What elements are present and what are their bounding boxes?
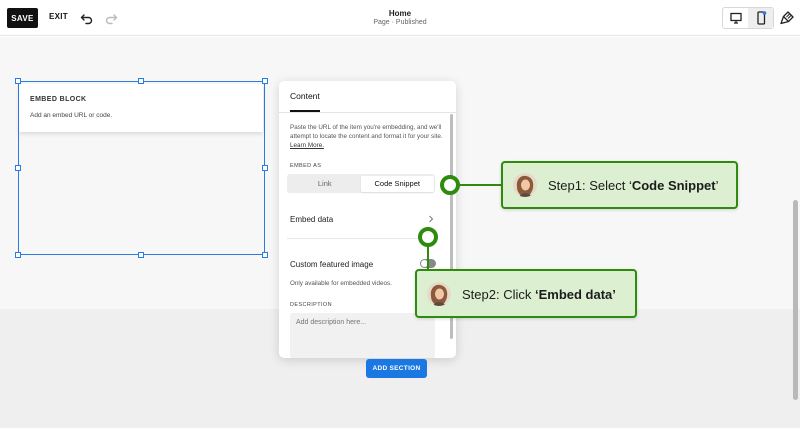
step2-emphasis: ‘Embed data’ xyxy=(534,287,616,302)
step2-callout: Step2: Click ‘Embed data’ xyxy=(415,269,637,318)
page-title: Home xyxy=(388,9,412,18)
callout-marker xyxy=(418,227,438,247)
embed-block-title: EMBED BLOCK xyxy=(30,96,87,103)
mobile-view-button[interactable] xyxy=(748,8,773,28)
page-scrollbar[interactable] xyxy=(793,200,798,400)
step2-text: Step2: Click ‘Embed data’ xyxy=(462,287,616,302)
embed-block-placeholder[interactable]: EMBED BLOCK Add an embed URL or code. xyxy=(19,84,263,132)
help-text: Paste the URL of the item you're embeddi… xyxy=(290,124,443,140)
desktop-view-button[interactable] xyxy=(723,8,748,28)
resize-handle[interactable] xyxy=(15,252,21,258)
exit-button[interactable]: EXIT xyxy=(49,12,68,21)
description-input[interactable] xyxy=(290,313,435,358)
step1-callout: Step1: Select ‘Code Snippet’ xyxy=(501,161,738,209)
callout-connector xyxy=(427,245,429,271)
add-section-button[interactable]: ADD SECTION xyxy=(366,359,427,378)
step1-text: Step1: Select ‘Code Snippet’ xyxy=(548,178,719,193)
step1-emphasis: Code Snippet xyxy=(631,178,716,193)
save-button[interactable]: SAVE xyxy=(7,8,38,28)
resize-handle[interactable] xyxy=(262,252,268,258)
device-toggle xyxy=(722,7,774,29)
embed-as-selector: Link Code Snippet xyxy=(287,174,435,193)
avatar xyxy=(427,282,451,306)
custom-featured-image-note: Only available for embedded videos. xyxy=(290,280,392,287)
divider xyxy=(287,238,435,239)
embed-data-row[interactable]: Embed data xyxy=(279,207,445,231)
learn-more-link[interactable]: Learn More. xyxy=(290,142,324,149)
top-toolbar: SAVE EXIT Home Page · Published xyxy=(0,0,800,36)
paintbrush-icon[interactable] xyxy=(779,10,795,26)
embed-as-link-option[interactable]: Link xyxy=(289,176,362,192)
embed-as-label: EMBED AS xyxy=(290,163,322,169)
resize-handle[interactable] xyxy=(262,165,268,171)
desktop-icon xyxy=(729,12,742,24)
avatar xyxy=(513,173,537,197)
undo-icon[interactable] xyxy=(80,11,94,25)
callout-marker xyxy=(440,175,460,195)
redo-icon[interactable] xyxy=(104,11,118,25)
custom-featured-image-label: Custom featured image xyxy=(290,260,374,269)
embed-help-text: Paste the URL of the item you're embeddi… xyxy=(290,123,448,150)
resize-handle[interactable] xyxy=(15,165,21,171)
resize-handle[interactable] xyxy=(138,252,144,258)
callout-connector xyxy=(455,184,502,186)
tab-content[interactable]: Content xyxy=(290,91,320,101)
step1-suffix: ’ xyxy=(715,178,719,193)
embed-block-description: Add an embed URL or code. xyxy=(30,112,113,119)
mobile-icon xyxy=(756,11,766,25)
divider xyxy=(279,112,456,113)
embed-as-code-snippet-option[interactable]: Code Snippet xyxy=(361,175,434,192)
step2-prefix: Step2: Click xyxy=(462,287,535,302)
description-label: DESCRIPTION xyxy=(290,302,332,308)
page-status: Page · Published xyxy=(373,19,427,26)
embed-data-label: Embed data xyxy=(290,215,334,224)
chevron-right-icon xyxy=(429,215,434,223)
step1-prefix: Step1: Select ‘ xyxy=(548,178,632,193)
